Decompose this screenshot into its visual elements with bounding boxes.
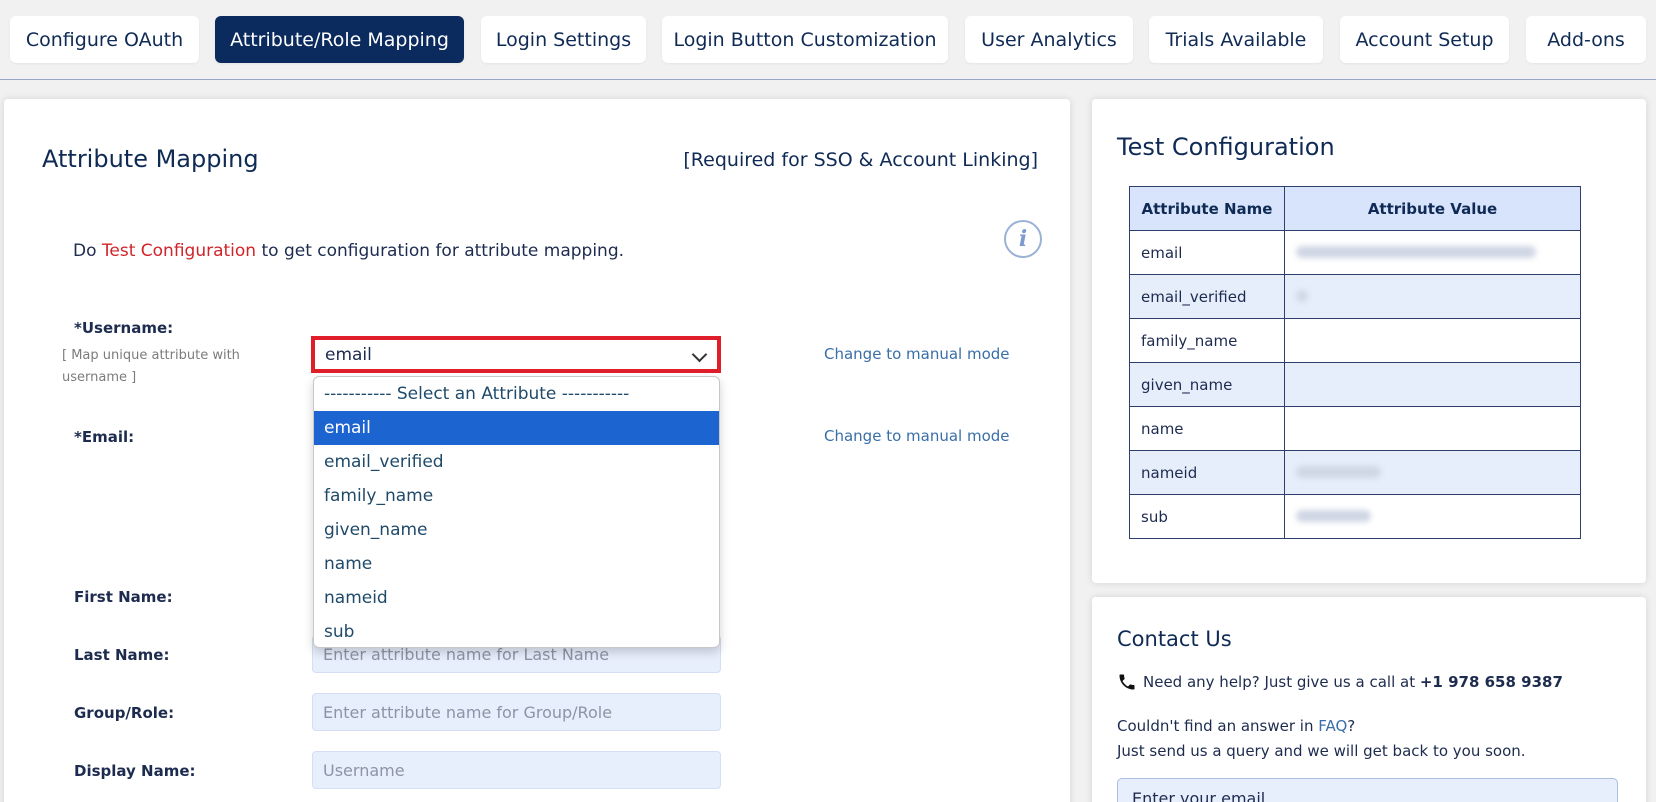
table-row: given_name <box>1129 362 1581 407</box>
dropdown-option-placeholder[interactable]: ----------- Select an Attribute --------… <box>314 377 719 411</box>
dropdown-option-email[interactable]: email <box>314 411 719 445</box>
last-name-label: Last Name: <box>74 646 170 664</box>
attribute-name-cell: given_name <box>1129 362 1285 407</box>
group-role-input[interactable] <box>312 693 721 731</box>
info-icon[interactable]: i <box>1004 220 1042 258</box>
table-row: family_name <box>1129 318 1581 363</box>
query-text: Just send us a query and we will get bac… <box>1117 742 1526 760</box>
blurred-value <box>1296 245 1536 258</box>
phone-number[interactable]: +1 978 658 9387 <box>1420 673 1563 691</box>
help-text: Need any help? Just give us a call at <box>1143 673 1420 691</box>
attribute-name-cell: sub <box>1129 494 1285 539</box>
attribute-value-cell <box>1284 362 1581 407</box>
faq-suffix: ? <box>1347 717 1356 735</box>
group-role-label: Group/Role: <box>74 704 175 722</box>
dropdown-option-family-name[interactable]: family_name <box>314 479 719 513</box>
faq-link[interactable]: FAQ <box>1318 717 1347 735</box>
tab-add-ons[interactable]: Add-ons <box>1526 16 1646 63</box>
faq-prefix: Couldn't find an answer in <box>1117 717 1319 735</box>
username-select-value: email <box>325 344 372 365</box>
chevron-down-icon <box>691 346 708 363</box>
blurred-value <box>1296 509 1371 522</box>
test-configuration-panel: Test Configuration Attribute Name Attrib… <box>1092 99 1646 583</box>
tabs-divider <box>0 79 1656 80</box>
attribute-table: Attribute Name Attribute Value email ema… <box>1129 186 1581 539</box>
contact-us-panel: Contact Us Need any help? Just give us a… <box>1092 597 1646 802</box>
username-change-manual-link[interactable]: Change to manual mode <box>824 345 1010 363</box>
test-configuration-title: Test Configuration <box>1117 133 1335 161</box>
dropdown-option-sub[interactable]: sub <box>314 615 719 647</box>
tab-configure-oauth[interactable]: Configure OAuth <box>10 16 199 63</box>
header-attribute-name: Attribute Name <box>1129 186 1285 231</box>
attribute-name-cell: nameid <box>1129 450 1285 495</box>
dropdown-option-nameid[interactable]: nameid <box>314 581 719 615</box>
tab-login-settings[interactable]: Login Settings <box>481 16 646 63</box>
dropdown-option-name[interactable]: name <box>314 547 719 581</box>
attribute-value-cell <box>1284 406 1581 451</box>
tab-trials-available[interactable]: Trials Available <box>1149 16 1323 63</box>
username-select[interactable]: email <box>311 336 721 373</box>
attribute-dropdown-list: ----------- Select an Attribute --------… <box>313 376 720 648</box>
table-header-row: Attribute Name Attribute Value <box>1129 186 1581 231</box>
table-row: name <box>1129 406 1581 451</box>
tab-bar: Configure OAuth Attribute/Role Mapping L… <box>0 0 1656 80</box>
blurred-value <box>1296 465 1381 478</box>
display-name-input[interactable] <box>312 751 721 789</box>
username-sublabel: [ Map unique attribute with username ] <box>62 348 240 385</box>
attribute-value-cell <box>1284 274 1581 319</box>
tab-account-setup[interactable]: Account Setup <box>1340 16 1509 63</box>
tab-user-analytics[interactable]: User Analytics <box>965 16 1133 63</box>
attribute-name-cell: email <box>1129 230 1285 275</box>
display-name-label: Display Name: <box>74 762 196 780</box>
required-note: [Required for SSO & Account Linking] <box>683 149 1038 171</box>
help-line: Need any help? Just give us a call at +1… <box>1143 673 1563 691</box>
test-configuration-link[interactable]: Test Configuration <box>102 241 256 261</box>
attribute-value-cell <box>1284 230 1581 275</box>
blurred-value <box>1296 289 1308 302</box>
hint-suffix: to get configuration for attribute mappi… <box>256 241 625 261</box>
header-attribute-value: Attribute Value <box>1284 186 1581 231</box>
contact-email-input[interactable] <box>1117 778 1618 802</box>
attribute-value-cell <box>1284 318 1581 363</box>
table-row: nameid <box>1129 450 1581 495</box>
dropdown-option-email-verified[interactable]: email_verified <box>314 445 719 479</box>
table-row: email <box>1129 230 1581 275</box>
dropdown-option-given-name[interactable]: given_name <box>314 513 719 547</box>
email-change-manual-link[interactable]: Change to manual mode <box>824 427 1010 445</box>
attribute-name-cell: family_name <box>1129 318 1285 363</box>
attribute-hint: Do Test Configuration to get configurati… <box>73 241 624 261</box>
contact-us-title: Contact Us <box>1117 627 1232 651</box>
attribute-name-cell: name <box>1129 406 1285 451</box>
phone-icon <box>1119 674 1135 690</box>
table-row: email_verified <box>1129 274 1581 319</box>
attribute-mapping-title: Attribute Mapping <box>42 145 259 173</box>
attribute-value-cell <box>1284 494 1581 539</box>
email-label: *Email: <box>74 428 135 446</box>
attribute-value-cell <box>1284 450 1581 495</box>
first-name-label: First Name: <box>74 588 173 606</box>
table-row: sub <box>1129 494 1581 539</box>
tab-attribute-role-mapping[interactable]: Attribute/Role Mapping <box>215 16 464 63</box>
tab-login-button-customization[interactable]: Login Button Customization <box>662 16 948 63</box>
hint-prefix: Do <box>73 241 102 261</box>
username-label: *Username: <box>74 319 174 337</box>
faq-line: Couldn't find an answer in FAQ? <box>1117 717 1355 735</box>
attribute-name-cell: email_verified <box>1129 274 1285 319</box>
